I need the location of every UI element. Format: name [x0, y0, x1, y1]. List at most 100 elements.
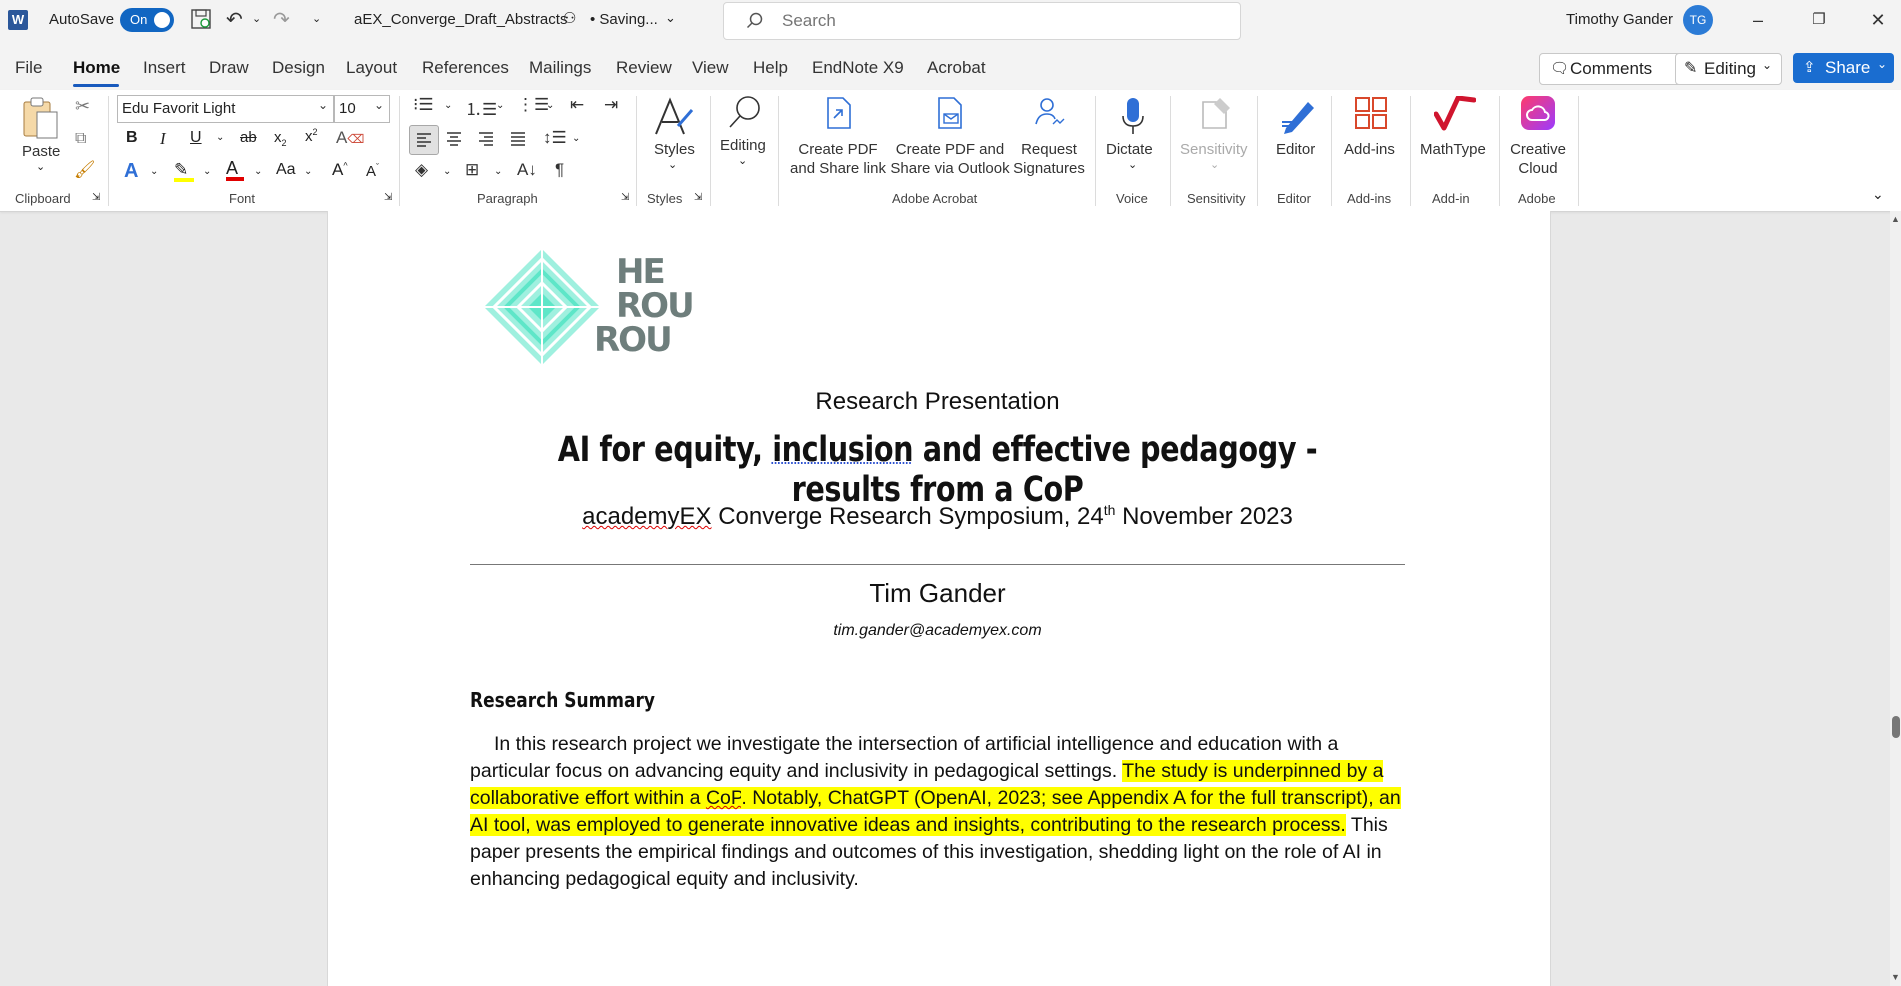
show-formatting-marks-icon[interactable]: ¶: [555, 160, 564, 180]
tab-design[interactable]: Design: [272, 58, 325, 78]
highlight-color-icon[interactable]: ✎: [174, 160, 194, 182]
align-right-icon[interactable]: [478, 131, 494, 152]
tab-mailings[interactable]: Mailings: [529, 58, 591, 78]
font-color-chevron-icon[interactable]: ⌄: [254, 166, 262, 177]
editing-button[interactable]: Editing ⌄: [718, 94, 770, 167]
paste-label: Paste: [22, 143, 61, 160]
align-left-button[interactable]: [409, 125, 439, 155]
scroll-down-arrow-icon[interactable]: ▼: [1891, 972, 1900, 982]
undo-dropdown-chevron-icon[interactable]: ⌄: [252, 12, 261, 25]
shrink-font-icon[interactable]: Aˇ: [366, 162, 379, 180]
superscript-icon[interactable]: x2: [305, 127, 318, 145]
document-filename[interactable]: aEX_Converge_Draft_Abstracts: [354, 11, 567, 28]
font-size-box[interactable]: 10 ⌄: [334, 95, 390, 123]
grow-font-icon[interactable]: A^: [332, 160, 348, 180]
create-pdf-share-link-button[interactable]: Create PDF and Share link: [788, 96, 888, 177]
cut-icon[interactable]: ✂: [75, 96, 90, 117]
tab-home[interactable]: Home: [73, 58, 120, 78]
tab-layout[interactable]: Layout: [346, 58, 397, 78]
format-painter-icon[interactable]: 🖌: [74, 160, 96, 180]
user-avatar[interactable]: TG: [1683, 5, 1713, 35]
share-button[interactable]: ⇪ Share ⌄: [1793, 53, 1894, 83]
subscript-icon[interactable]: x2: [274, 129, 287, 148]
change-case-icon[interactable]: Aa: [276, 161, 296, 179]
request-signatures-button[interactable]: Request Signatures: [1012, 96, 1086, 177]
mathtype-button[interactable]: MathType: [1418, 95, 1492, 158]
scroll-up-arrow-icon[interactable]: ▲: [1891, 214, 1900, 224]
clear-formatting-icon[interactable]: A⌫: [336, 128, 364, 148]
justify-icon[interactable]: [510, 131, 526, 152]
borders-chevron-icon[interactable]: ⌄: [494, 166, 502, 177]
dictate-button[interactable]: Dictate ⌄: [1104, 96, 1162, 171]
create-pdf-outlook-button[interactable]: Create PDF and Share via Outlook: [888, 96, 1012, 177]
restore-icon[interactable]: ❐: [1799, 6, 1839, 34]
minimize-icon[interactable]: –: [1738, 6, 1778, 34]
tab-endnote[interactable]: EndNote X9: [812, 58, 904, 78]
font-color-icon[interactable]: A: [226, 158, 244, 181]
tab-references[interactable]: References: [422, 58, 509, 78]
sensitivity-button[interactable]: Sensitivity ⌄: [1178, 96, 1252, 171]
font-launcher-icon[interactable]: ⇲: [384, 192, 392, 203]
sort-icon[interactable]: A↓: [517, 160, 537, 180]
search-box[interactable]: [723, 2, 1241, 40]
paragraph-launcher-icon[interactable]: ⇲: [621, 192, 629, 203]
paste-button[interactable]: Paste ⌄: [20, 96, 60, 173]
tab-view[interactable]: View: [692, 58, 729, 78]
search-input[interactable]: [780, 9, 1184, 33]
redo-icon[interactable]: ↷: [273, 7, 290, 32]
vertical-scrollbar[interactable]: [1890, 211, 1901, 986]
tab-help[interactable]: Help: [753, 58, 788, 78]
line-spacing-icon[interactable]: ↕☰: [543, 128, 567, 148]
customize-toolbar-icon[interactable]: ⌄: [312, 12, 321, 25]
multilevel-list-icon[interactable]: ⋮☰: [517, 95, 549, 115]
tab-draw[interactable]: Draw: [209, 58, 249, 78]
underline-chevron-icon[interactable]: ⌄: [216, 132, 224, 143]
increase-indent-icon[interactable]: ⇥: [604, 95, 618, 115]
font-name-box[interactable]: Edu Favorit Light ⌄: [117, 95, 334, 123]
tab-file[interactable]: File: [15, 58, 42, 78]
line-spacing-chevron-icon[interactable]: ⌄: [572, 133, 580, 144]
save-icon[interactable]: [190, 8, 212, 35]
scrollbar-thumb[interactable]: [1892, 716, 1900, 738]
bullets-chevron-icon[interactable]: ⌄: [444, 100, 452, 111]
add-ins-button[interactable]: Add-ins: [1340, 96, 1400, 158]
change-case-chevron-icon[interactable]: ⌄: [304, 166, 312, 177]
close-icon[interactable]: ✕: [1858, 6, 1898, 34]
collapse-ribbon-chevron-icon[interactable]: ⌄: [1872, 186, 1884, 203]
strikethrough-icon[interactable]: ab: [240, 129, 257, 146]
separator: [1410, 96, 1411, 206]
highlight-chevron-icon[interactable]: ⌄: [203, 166, 211, 177]
group-label-clipboard: Clipboard: [15, 191, 71, 206]
editing-mode-label: Editing: [1704, 59, 1756, 78]
create-pdf-outlook-label-2: Share via Outlook: [890, 160, 1010, 177]
copy-icon[interactable]: ⧉: [75, 130, 86, 148]
numbering-chevron-icon[interactable]: ⌄: [496, 100, 504, 111]
creative-cloud-button[interactable]: Creative Cloud: [1506, 96, 1570, 177]
mathtype-icon: [1433, 95, 1477, 131]
align-center-icon[interactable]: [446, 131, 462, 152]
clipboard-launcher-icon[interactable]: ⇲: [92, 192, 100, 203]
tab-review[interactable]: Review: [616, 58, 672, 78]
text-effects-chevron-icon[interactable]: ⌄: [150, 166, 158, 177]
user-name[interactable]: Timothy Gander: [1566, 11, 1673, 28]
editing-mode-button[interactable]: ✎ Editing ⌄: [1675, 53, 1782, 85]
numbering-icon[interactable]: ⒈☰: [465, 95, 497, 120]
tab-acrobat[interactable]: Acrobat: [927, 58, 986, 78]
tab-insert[interactable]: Insert: [143, 58, 186, 78]
bold-icon[interactable]: B: [126, 129, 138, 147]
editor-button[interactable]: Editor: [1270, 96, 1326, 158]
autosave-toggle[interactable]: On: [120, 8, 174, 32]
underline-icon[interactable]: U: [190, 129, 202, 147]
bullets-icon[interactable]: ⁝☰: [413, 95, 434, 115]
shading-icon[interactable]: ◈: [415, 160, 428, 180]
multilevel-chevron-icon[interactable]: ⌄: [546, 100, 554, 111]
shading-chevron-icon[interactable]: ⌄: [443, 166, 451, 177]
styles-button[interactable]: Styles ⌄: [652, 96, 695, 171]
italic-icon[interactable]: I: [160, 129, 166, 149]
decrease-indent-icon[interactable]: ⇤: [570, 95, 584, 115]
borders-icon[interactable]: ⊞: [465, 160, 479, 180]
undo-icon[interactable]: ↶: [226, 7, 243, 32]
styles-launcher-icon[interactable]: ⇲: [694, 192, 702, 203]
status-chevron-down-icon[interactable]: ⌄: [665, 10, 676, 26]
text-effects-icon[interactable]: A: [124, 160, 138, 183]
